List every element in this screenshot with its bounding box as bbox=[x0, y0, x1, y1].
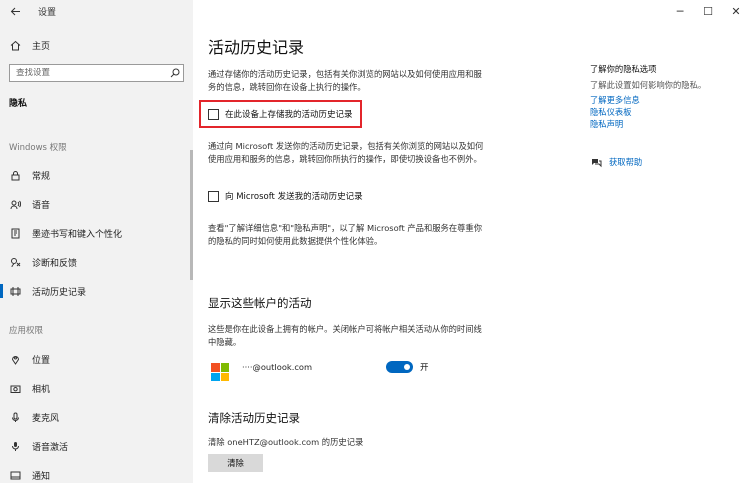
sidebar-item-location[interactable]: 位置 bbox=[0, 347, 193, 371]
sidebar-item-inking[interactable]: 墨迹书写和键入个性化 bbox=[0, 221, 193, 245]
microphone-icon bbox=[9, 411, 21, 423]
close-button[interactable]: ✕ bbox=[722, 0, 750, 22]
search-icon[interactable] bbox=[167, 65, 183, 81]
account-toggle[interactable] bbox=[386, 361, 413, 373]
store-history-checkbox[interactable] bbox=[208, 108, 219, 120]
app-permissions-heading: 应用权限 bbox=[9, 326, 44, 336]
send-description: 通过向 Microsoft 发送你的活动历史记录，包括有关你浏览的网站以及如何使… bbox=[208, 141, 484, 164]
sidebar-item-label: 语音激活 bbox=[32, 442, 69, 453]
account-email: ····@outlook.com bbox=[242, 362, 313, 372]
lock-icon bbox=[9, 169, 21, 181]
maximize-button[interactable]: ☐ bbox=[694, 0, 722, 22]
send-history-option[interactable]: 向 Microsoft 发送我的活动历史记录 bbox=[208, 190, 363, 202]
get-help-label: 获取帮助 bbox=[609, 157, 643, 167]
activity-icon bbox=[9, 285, 21, 297]
accounts-title: 显示这些帐户的活动 bbox=[208, 296, 312, 310]
location-icon bbox=[9, 353, 21, 365]
store-history-label: 在此设备上存储我的活动历史记录 bbox=[225, 110, 353, 120]
clear-history-title: 清除活动历史记录 bbox=[208, 411, 300, 425]
send-history-checkbox[interactable] bbox=[208, 190, 219, 202]
toggle-knob bbox=[404, 364, 410, 370]
toggle-state-label: 开 bbox=[420, 363, 429, 373]
sidebar-item-general[interactable]: 常规 bbox=[0, 163, 193, 187]
titlebar: 设置 bbox=[0, 0, 193, 22]
sidebar-item-voice-activation[interactable]: 语音激活 bbox=[0, 434, 193, 458]
sidebar-scrollbar[interactable] bbox=[190, 150, 193, 280]
sidebar-item-notifications[interactable]: 通知 bbox=[0, 463, 193, 483]
clear-history-description: 清除 oneHTZ@outlook.com 的历史记录 bbox=[208, 437, 364, 447]
privacy-options-text: 了解此设置如何影响你的隐私。 bbox=[590, 80, 707, 90]
store-history-option[interactable]: 在此设备上存储我的活动历史记录 bbox=[208, 108, 353, 120]
accounts-description: 这些是你在此设备上拥有的帐户。关闭帐户可将帐户相关活动从你的时间线中隐藏。 bbox=[208, 324, 482, 347]
sidebar-item-label: 相机 bbox=[32, 384, 51, 395]
sidebar-item-label: 诊断和反馈 bbox=[32, 258, 78, 269]
more-info-text: 查看"了解详细信息"和"隐私声明"，以了解 Microsoft 产品和服务在尊重… bbox=[208, 223, 483, 246]
sidebar-item-microphone[interactable]: 麦克风 bbox=[0, 405, 193, 429]
intro-text: 通过存储你的活动历史记录，包括有关你浏览的网站以及如何使用应用和服务的信息，跳转… bbox=[208, 69, 482, 92]
sidebar-item-label: 活动历史记录 bbox=[32, 287, 87, 298]
sidebar-item-label: 语音 bbox=[32, 200, 51, 211]
minimize-button[interactable]: ─ bbox=[666, 0, 694, 22]
send-history-label: 向 Microsoft 发送我的活动历史记录 bbox=[225, 192, 363, 202]
notification-icon bbox=[9, 469, 21, 481]
home-icon bbox=[9, 39, 21, 51]
pen-icon bbox=[9, 227, 21, 239]
speech-icon bbox=[9, 198, 21, 210]
sidebar-item-home[interactable]: 主页 bbox=[0, 33, 193, 57]
sidebar-item-label: 常规 bbox=[32, 171, 51, 182]
get-help-link[interactable]: 获取帮助 bbox=[590, 156, 642, 168]
windows-permissions-heading: Windows 权限 bbox=[9, 143, 67, 153]
back-arrow-icon bbox=[10, 7, 20, 15]
camera-icon bbox=[9, 382, 21, 394]
search-input[interactable] bbox=[10, 68, 167, 78]
privacy-heading: 隐私 bbox=[9, 99, 28, 109]
chat-icon bbox=[590, 156, 602, 168]
microsoft-logo-icon bbox=[211, 363, 229, 381]
sidebar-item-label: 墨迹书写和键入个性化 bbox=[32, 229, 123, 240]
privacy-dashboard-link[interactable]: 隐私仪表板 bbox=[590, 106, 632, 118]
privacy-statement-link[interactable]: 隐私声明 bbox=[590, 118, 623, 130]
search-box[interactable] bbox=[9, 64, 184, 82]
sidebar-item-diagnostics[interactable]: 诊断和反馈 bbox=[0, 250, 193, 274]
account-row: ····@outlook.com 开 bbox=[208, 360, 488, 384]
sidebar-item-label: 麦克风 bbox=[32, 413, 60, 424]
clear-button[interactable]: 清除 bbox=[208, 454, 263, 472]
diagnostics-icon bbox=[9, 256, 21, 268]
sidebar-item-label: 主页 bbox=[32, 41, 51, 52]
app-title: 设置 bbox=[38, 7, 57, 18]
sidebar-item-camera[interactable]: 相机 bbox=[0, 376, 193, 400]
voice-activation-icon bbox=[9, 440, 21, 452]
sidebar-item-label: 位置 bbox=[32, 355, 51, 366]
sidebar-item-speech[interactable]: 语音 bbox=[0, 192, 193, 216]
privacy-options-heading: 了解你的隐私选项 bbox=[590, 64, 657, 74]
sidebar-item-label: 通知 bbox=[32, 471, 51, 482]
learn-more-link[interactable]: 了解更多信息 bbox=[590, 94, 640, 106]
sidebar: 设置 主页 隐私 Windows 权限 常规 语音 墨迹书写和键入个性化 bbox=[0, 0, 193, 483]
page-title: 活动历史记录 bbox=[208, 38, 305, 57]
sidebar-item-activity-history[interactable]: 活动历史记录 bbox=[0, 279, 193, 303]
back-button[interactable] bbox=[0, 0, 30, 22]
